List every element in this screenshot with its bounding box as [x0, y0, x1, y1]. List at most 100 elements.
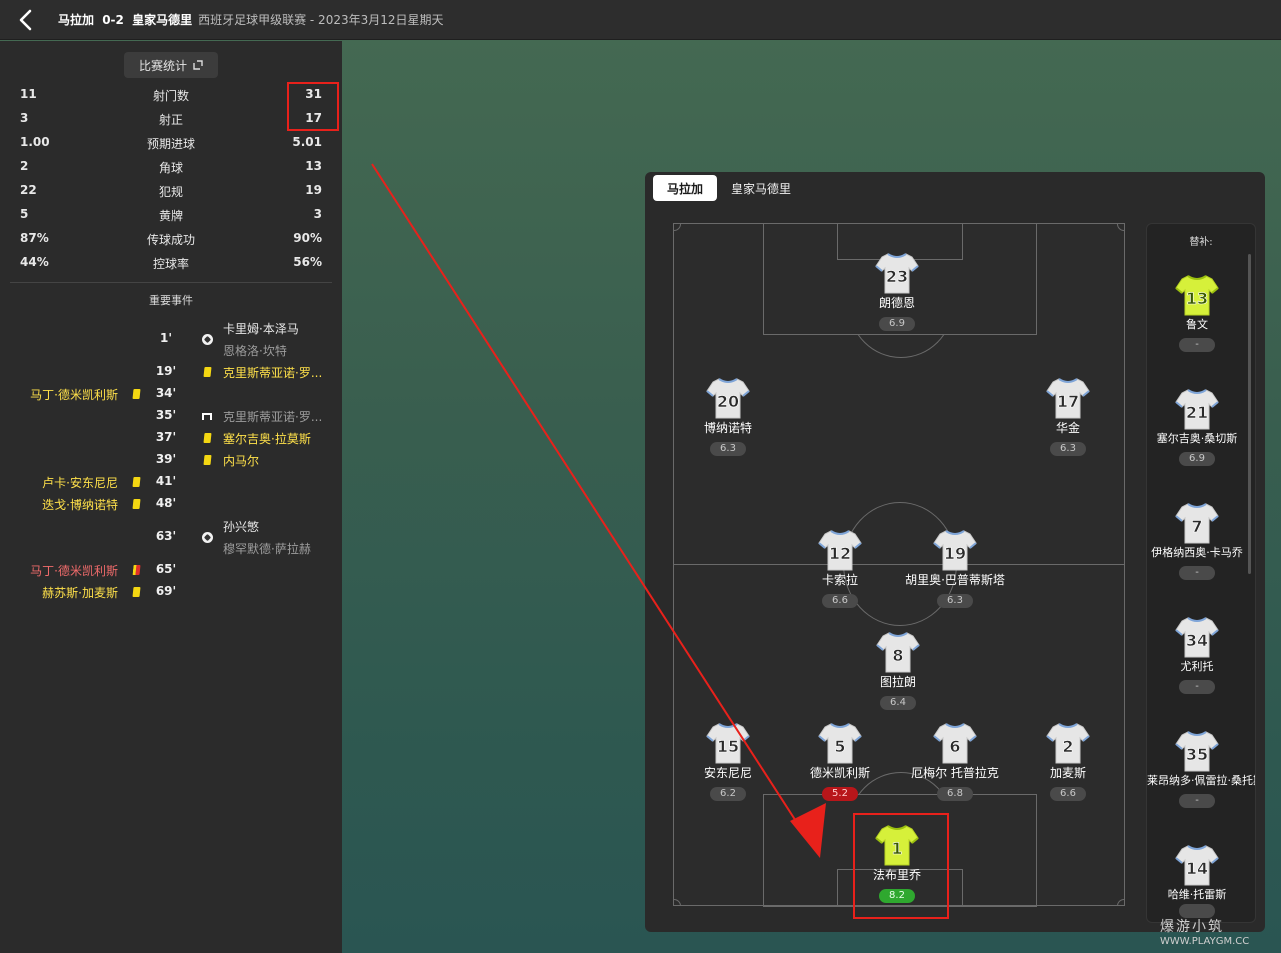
- sub-player-rating: -: [1179, 794, 1215, 808]
- sub-player-name: 伊格纳西奥·卡马乔: [1151, 546, 1243, 559]
- sub-player-rating: -: [1179, 680, 1215, 694]
- player-card[interactable]: 12 卡索拉 6.6: [780, 527, 900, 608]
- shirt-icon: 12: [817, 527, 863, 573]
- event-player-name[interactable]: 克里斯蒂亚诺·罗...: [223, 364, 322, 381]
- svg-text:23: 23: [886, 267, 908, 286]
- highlight-box-goalkeeper: [853, 813, 949, 919]
- svg-text:12: 12: [829, 544, 851, 563]
- shirt-icon: 17: [1045, 375, 1091, 421]
- event-player-name[interactable]: 迭戈·博纳诺特: [42, 496, 118, 513]
- stat-label: 传球成功: [146, 233, 195, 247]
- yellow-card-icon: [131, 389, 141, 399]
- highlight-box-shots: [287, 82, 339, 131]
- player-card[interactable]: 6 厄梅尔 托普拉克 6.8: [895, 720, 1015, 801]
- sub-player-card[interactable]: 35 莱昂纳多·佩雷拉·桑托斯 -: [1147, 728, 1255, 808]
- sub-player-name: 鲁文: [1186, 318, 1208, 331]
- substitutes-panel[interactable]: 替补: 13 鲁文 - 21 塞尔吉奥·桑切斯 6.9 7 伊格纳西奥·卡马乔 …: [1146, 223, 1256, 923]
- yellow-card-icon: [131, 477, 141, 487]
- event-assist-name[interactable]: 穆罕默德·萨拉赫: [223, 540, 311, 557]
- player-card[interactable]: 23 朗德恩 6.9: [837, 250, 957, 331]
- event-minute: 65': [155, 562, 177, 576]
- match-stats-button[interactable]: 比赛统计: [124, 52, 218, 78]
- event-player-name[interactable]: 卡里姆·本泽马: [223, 320, 299, 337]
- stat-home-value: 2: [20, 159, 29, 173]
- tab-home-team[interactable]: 马拉加: [653, 175, 717, 201]
- player-name: 胡里奥·巴普蒂斯塔: [905, 573, 1005, 587]
- match-title: 马拉加 0-2 皇家马德里: [58, 11, 192, 28]
- event-player-name[interactable]: 克里斯蒂亚诺·罗...: [223, 408, 322, 425]
- event-minute: 34': [155, 386, 177, 400]
- svg-text:6: 6: [949, 737, 960, 756]
- svg-text:13: 13: [1186, 289, 1208, 308]
- event-minute: 1': [159, 331, 173, 345]
- event-player-name[interactable]: 马丁·德米凯利斯: [30, 562, 118, 579]
- player-name: 图拉朗: [879, 675, 916, 689]
- event-player-name[interactable]: 卢卡·安东尼尼: [42, 474, 118, 491]
- svg-text:21: 21: [1186, 403, 1208, 422]
- stat-away-value: 90%: [293, 231, 322, 245]
- player-card[interactable]: 19 胡里奥·巴普蒂斯塔 6.3: [895, 527, 1015, 608]
- stat-label: 射门数: [152, 89, 189, 103]
- sub-player-card[interactable]: 34 尤利托 -: [1147, 614, 1247, 694]
- player-card[interactable]: 8 图拉朗 6.4: [838, 629, 958, 710]
- svg-text:19: 19: [944, 544, 966, 563]
- player-card[interactable]: 5 德米凯利斯 5.2: [780, 720, 900, 801]
- back-button[interactable]: [0, 0, 50, 40]
- event-assist-name[interactable]: 恩格洛·坎特: [223, 342, 287, 359]
- event-minute: 41': [155, 474, 177, 488]
- player-name: 朗德恩: [878, 296, 915, 310]
- top-bar: 马拉加 0-2 皇家马德里 西班牙足球甲级联赛 - 2023年3月12日星期天: [0, 0, 1281, 40]
- player-card[interactable]: 20 博纳诺特 6.3: [668, 375, 788, 456]
- yellow-card-icon: [202, 367, 212, 377]
- event-minute: 37': [155, 430, 177, 444]
- player-rating: 6.9: [879, 317, 915, 331]
- player-name: 加麦斯: [1049, 766, 1086, 780]
- stat-home-value: 3: [20, 111, 29, 125]
- svg-text:2: 2: [1062, 737, 1073, 756]
- player-rating: 6.8: [937, 787, 973, 801]
- yellow-card-icon: [202, 455, 212, 465]
- player-name: 卡索拉: [821, 573, 858, 587]
- shirt-icon: 34: [1174, 614, 1220, 660]
- shirt-icon: 23: [874, 250, 920, 296]
- chevron-left-icon: [19, 9, 32, 30]
- match-subtitle: 西班牙足球甲级联赛 - 2023年3月12日星期天: [198, 13, 444, 27]
- stat-home-value: 22: [20, 183, 37, 197]
- player-rating: 6.3: [1050, 442, 1086, 456]
- player-card[interactable]: 15 安东尼尼 6.2: [668, 720, 788, 801]
- svg-text:34: 34: [1186, 631, 1208, 650]
- player-name: 华金: [1055, 421, 1080, 435]
- event-player-name[interactable]: 孙兴慜: [223, 518, 259, 535]
- stat-label: 角球: [158, 161, 183, 175]
- event-player-name[interactable]: 塞尔吉奥·拉莫斯: [223, 430, 311, 447]
- sub-player-card[interactable]: 13 鲁文 -: [1147, 272, 1247, 352]
- event-minute: 48': [155, 496, 177, 510]
- sub-player-card[interactable]: 7 伊格纳西奥·卡马乔 -: [1147, 500, 1247, 580]
- tab-away-team[interactable]: 皇家马德里: [723, 175, 799, 201]
- sub-player-card[interactable]: 21 塞尔吉奥·桑切斯 6.9: [1147, 386, 1247, 466]
- event-minute: 69': [155, 584, 177, 598]
- event-player-name[interactable]: 马丁·德米凯利斯: [30, 386, 118, 403]
- player-card[interactable]: 2 加麦斯 6.6: [1008, 720, 1128, 801]
- lineup-panel: 马拉加 皇家马德里 23 朗德恩 6.9 20 博纳诺特 6.3 17 华金 6…: [645, 172, 1265, 932]
- stat-away-value: 5.01: [292, 135, 322, 149]
- event-player-name[interactable]: 赫苏斯·加麦斯: [42, 584, 118, 601]
- player-name: 安东尼尼: [703, 766, 752, 780]
- player-card[interactable]: 17 华金 6.3: [1008, 375, 1128, 456]
- subs-title: 替补:: [1189, 237, 1213, 248]
- sub-player-card[interactable]: 14 哈维·托雷斯: [1147, 842, 1247, 922]
- yellow-card-icon: [131, 587, 141, 597]
- match-score: 0-2: [102, 13, 124, 27]
- stat-label: 控球率: [152, 257, 189, 271]
- stat-home-value: 44%: [20, 255, 49, 269]
- yellow-card-icon: [202, 433, 212, 443]
- subs-scrollbar[interactable]: [1248, 254, 1251, 574]
- event-player-name[interactable]: 内马尔: [223, 452, 259, 469]
- player-rating: 6.4: [880, 696, 916, 710]
- substitution-icon: [202, 412, 212, 420]
- stat-row: 2 角球 13: [0, 155, 342, 179]
- sub-player-rating: -: [1179, 338, 1215, 352]
- svg-text:20: 20: [717, 392, 739, 411]
- sub-player-name: 哈维·托雷斯: [1167, 888, 1227, 901]
- stat-label: 射正: [158, 113, 183, 127]
